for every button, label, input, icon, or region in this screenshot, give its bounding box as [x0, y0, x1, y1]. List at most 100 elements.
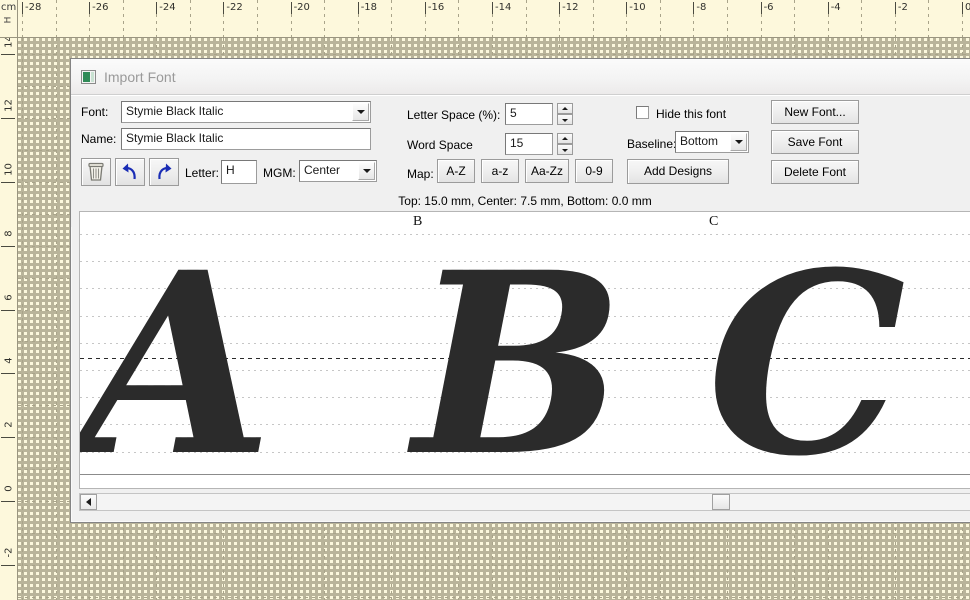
ruler-tick-label: -2	[898, 2, 908, 13]
ruler-tick-label: -14	[495, 2, 511, 13]
new-font-button[interactable]: New Font...	[771, 100, 859, 124]
scrollbar-thumb[interactable]	[712, 494, 730, 510]
glyph-stitch-fill: B	[413, 239, 624, 489]
ruler-tick-label: -22	[226, 2, 242, 13]
ruler-tick	[626, 2, 627, 14]
chevron-down-icon[interactable]	[730, 133, 747, 151]
ruler-major-dash	[223, 14, 224, 37]
undo-icon	[116, 159, 144, 185]
baseline-label: Baseline:	[627, 137, 676, 151]
stepper-down-icon[interactable]	[557, 144, 573, 155]
letter-space-input[interactable]: 5	[505, 103, 553, 125]
ruler-minor-dash	[458, 0, 459, 37]
glyph-b[interactable]: B	[413, 239, 624, 489]
ruler-tick-label: 8	[4, 220, 15, 246]
word-space-stepper[interactable]	[557, 133, 573, 155]
glyph-c[interactable]: C	[707, 239, 906, 489]
letter-input[interactable]: H	[221, 160, 257, 184]
ruler-tick-label: 0	[4, 476, 15, 502]
ruler-tick-label: -28	[25, 2, 41, 13]
ruler-tick-label: -18	[361, 2, 377, 13]
ruler-tick	[693, 2, 694, 14]
delete-letter-button[interactable]	[81, 158, 111, 186]
metrics-status-text: Top: 15.0 mm, Center: 7.5 mm, Bottom: 0.…	[71, 191, 970, 211]
ruler-minor-dash	[593, 0, 594, 37]
word-space-input[interactable]: 15	[505, 133, 553, 155]
ruler-tick	[223, 2, 224, 14]
grid-line-vertical	[22, 38, 23, 600]
vertical-ruler[interactable]: 14121086420-2	[0, 0, 18, 600]
mgm-select[interactable]: Center	[299, 160, 377, 182]
grid-line-vertical	[56, 38, 57, 600]
save-font-button[interactable]: Save Font	[771, 130, 859, 154]
font-select[interactable]: Stymie Black Italic	[121, 101, 371, 123]
baseline-select-value: Bottom	[680, 134, 718, 148]
ruler-major-dash	[492, 14, 493, 37]
ruler-tick	[89, 2, 90, 14]
ruler-minor-dash	[391, 0, 392, 37]
chevron-down-icon[interactable]	[352, 103, 369, 121]
redo-icon	[150, 159, 178, 185]
ruler-minor-dash	[928, 0, 929, 37]
ruler-minor-dash	[526, 0, 527, 37]
ruler-major-dash	[156, 14, 157, 37]
trash-icon	[82, 159, 110, 185]
ruler-tick	[761, 2, 762, 14]
ruler-tick-label: 2	[4, 412, 15, 438]
glyph-stitch-fill: C	[707, 239, 906, 489]
glyph-stitch-fill: A	[79, 239, 273, 489]
ruler-tick-label: -10	[629, 2, 645, 13]
font-label: Font:	[81, 105, 108, 119]
delete-font-button[interactable]: Delete Font	[771, 160, 859, 184]
ruler-minor-dash	[56, 0, 57, 37]
name-input[interactable]: Stymie Black Italic	[121, 128, 371, 150]
ruler-major-dash	[626, 14, 627, 37]
import-font-dialog: Import Font Font: Stymie Black Italic Na…	[70, 58, 970, 523]
ruler-major-dash	[962, 14, 963, 37]
ruler-major-dash	[291, 14, 292, 37]
ruler-major-dash	[895, 14, 896, 37]
glyph-a[interactable]: A	[79, 239, 273, 489]
horizontal-ruler[interactable]: -28-26-24-22-20-18-16-14-12-10-8-6-4-20	[0, 0, 970, 38]
ruler-tick	[895, 2, 896, 14]
ruler-tick-label: -20	[294, 2, 310, 13]
mgm-select-value: Center	[304, 163, 340, 177]
scroll-left-arrow-icon[interactable]	[80, 494, 97, 510]
ruler-major-dash	[693, 14, 694, 37]
map-button-az-lower[interactable]: a-z	[481, 159, 519, 183]
redo-button[interactable]	[149, 158, 179, 186]
baseline-select[interactable]: Bottom	[675, 131, 749, 153]
ruler-unit-secondary-label: H	[3, 17, 13, 24]
ruler-tick-label: -6	[764, 2, 774, 13]
ruler-tick	[156, 2, 157, 14]
stepper-up-icon[interactable]	[557, 103, 573, 114]
dialog-titlebar[interactable]: Import Font	[71, 59, 970, 95]
ruler-tick-label: -8	[696, 2, 706, 13]
ruler-major-dash	[828, 14, 829, 37]
ruler-minor-dash	[794, 0, 795, 37]
ruler-tick-label: -24	[159, 2, 175, 13]
ruler-tick	[1, 373, 15, 374]
undo-button[interactable]	[115, 158, 145, 186]
horizontal-scrollbar[interactable]	[79, 493, 970, 511]
ruler-minor-dash	[190, 0, 191, 37]
map-button-digits[interactable]: 0-9	[575, 159, 613, 183]
stepper-down-icon[interactable]	[557, 114, 573, 125]
glyph-preview-canvas[interactable]: BCD ABC	[79, 211, 970, 489]
add-designs-button[interactable]: Add Designs	[627, 159, 729, 184]
mgm-label: MGM:	[263, 166, 296, 180]
map-button-az-upper[interactable]: A-Z	[437, 159, 475, 183]
chevron-down-icon[interactable]	[358, 162, 375, 180]
ruler-unit-corner[interactable]: cm H	[0, 0, 18, 38]
font-select-value: Stymie Black Italic	[126, 104, 223, 118]
letter-space-stepper[interactable]	[557, 103, 573, 125]
ruler-tick	[828, 2, 829, 14]
map-button-aa-zz[interactable]: Aa-Zz	[525, 159, 569, 183]
ruler-major-dash	[89, 14, 90, 37]
letter-label: Letter:	[185, 166, 219, 180]
stepper-up-icon[interactable]	[557, 133, 573, 144]
ruler-tick-label: 4	[4, 348, 15, 374]
ruler-major-dash	[22, 14, 23, 37]
name-label: Name:	[81, 132, 116, 146]
hide-font-checkbox[interactable]	[636, 106, 649, 119]
